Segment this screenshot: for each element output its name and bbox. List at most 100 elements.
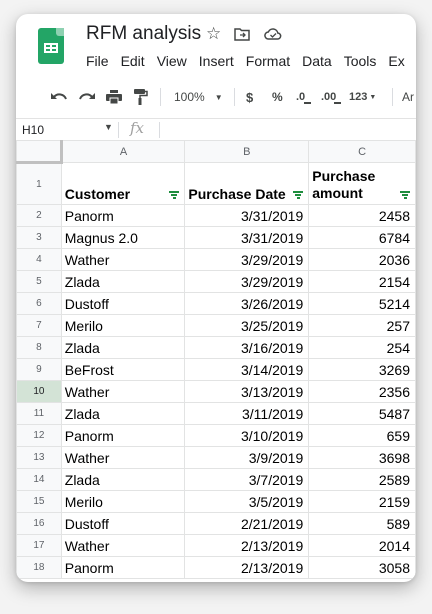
cell-purchase-date[interactable]: 3/25/2019 xyxy=(184,314,310,337)
cell-purchase-amount[interactable]: 6784 xyxy=(308,226,416,249)
document-title[interactable]: RFM analysis xyxy=(86,23,201,45)
row-header[interactable]: 3 xyxy=(16,226,62,249)
cell-purchase-amount[interactable]: 3269 xyxy=(308,358,416,381)
cell-purchase-date[interactable]: 3/11/2019 xyxy=(184,402,310,425)
print-icon[interactable] xyxy=(106,78,122,116)
row-header[interactable]: 6 xyxy=(16,292,62,315)
cell-purchase-date[interactable]: 3/16/2019 xyxy=(184,336,310,359)
cell-purchase-date[interactable]: 3/29/2019 xyxy=(184,248,310,271)
column-header-c[interactable]: C xyxy=(308,140,416,163)
cell-purchase-date[interactable]: 3/9/2019 xyxy=(184,446,310,469)
cell-customer[interactable]: Zlada xyxy=(60,270,186,293)
currency-format-button[interactable]: $ xyxy=(246,78,253,116)
row-header[interactable]: 8 xyxy=(16,336,62,359)
cell-customer[interactable]: Dustoff xyxy=(60,292,186,315)
cell-purchase-amount[interactable]: 2036 xyxy=(308,248,416,271)
paint-format-icon[interactable] xyxy=(134,78,148,116)
cell-purchase-amount[interactable]: 3058 xyxy=(308,556,416,579)
sheets-logo-icon[interactable] xyxy=(38,28,64,64)
cell-purchase-amount[interactable]: 257 xyxy=(308,314,416,337)
menu-extensions[interactable]: Ex xyxy=(382,51,410,71)
cell-purchase-amount[interactable]: 3698 xyxy=(308,446,416,469)
cell-customer[interactable]: Dustoff xyxy=(60,512,186,535)
row-header[interactable]: 9 xyxy=(16,358,62,381)
cell-customer[interactable]: Wather xyxy=(60,446,186,469)
row-header[interactable]: 4 xyxy=(16,248,62,271)
font-select[interactable]: Ar xyxy=(402,78,414,116)
cell-customer[interactable]: Panorm xyxy=(60,424,186,447)
undo-icon[interactable] xyxy=(50,78,68,116)
row-header[interactable]: 13 xyxy=(16,446,62,469)
number-format-select[interactable]: 123 ▼ xyxy=(349,78,376,116)
filter-icon[interactable] xyxy=(169,191,180,199)
name-box-caret-icon[interactable]: ▼ xyxy=(104,122,113,132)
cell-purchase-amount[interactable]: 2014 xyxy=(308,534,416,557)
cell-purchase-date[interactable]: 3/7/2019 xyxy=(184,468,310,491)
cell-customer[interactable]: Panorm xyxy=(60,556,186,579)
row-header[interactable]: 17 xyxy=(16,534,62,557)
cell-customer[interactable]: Zlada xyxy=(60,468,186,491)
cell-purchase-amount[interactable]: 2159 xyxy=(308,490,416,513)
cell-customer[interactable]: Zlada xyxy=(60,402,186,425)
cell-customer[interactable]: Wather xyxy=(60,380,186,403)
cell-customer[interactable]: Wather xyxy=(60,534,186,557)
cell-purchase-date[interactable]: 3/5/2019 xyxy=(184,490,310,513)
cell-purchase-amount[interactable]: 589 xyxy=(308,512,416,535)
cell-customer[interactable]: Zlada xyxy=(60,336,186,359)
header-cell-purchase-date[interactable]: Purchase Date xyxy=(184,162,310,205)
menu-insert[interactable]: Insert xyxy=(193,51,240,71)
cell-purchase-date[interactable]: 3/31/2019 xyxy=(184,226,310,249)
filter-icon[interactable] xyxy=(293,191,304,199)
row-header[interactable]: 18 xyxy=(16,556,62,579)
redo-icon[interactable] xyxy=(78,78,96,116)
move-folder-icon[interactable] xyxy=(234,26,250,46)
menu-format[interactable]: Format xyxy=(240,51,296,71)
cell-purchase-date[interactable]: 3/26/2019 xyxy=(184,292,310,315)
row-header[interactable]: 16 xyxy=(16,512,62,535)
menu-file[interactable]: File xyxy=(80,51,115,71)
row-header[interactable]: 5 xyxy=(16,270,62,293)
row-header[interactable]: 14 xyxy=(16,468,62,491)
menu-tools[interactable]: Tools xyxy=(338,51,383,71)
cell-purchase-amount[interactable]: 2154 xyxy=(308,270,416,293)
cell-purchase-date[interactable]: 3/29/2019 xyxy=(184,270,310,293)
percent-format-button[interactable]: % xyxy=(272,78,283,116)
cell-purchase-date[interactable]: 3/10/2019 xyxy=(184,424,310,447)
star-icon[interactable]: ☆ xyxy=(206,24,221,44)
row-header[interactable]: 10 xyxy=(16,380,62,403)
row-header[interactable]: 2 xyxy=(16,204,62,227)
column-header-a[interactable]: A xyxy=(60,140,186,163)
cell-purchase-amount[interactable]: 5487 xyxy=(308,402,416,425)
name-box[interactable]: H10 xyxy=(22,123,44,137)
row-header[interactable]: 15 xyxy=(16,490,62,513)
increase-decimal-button[interactable]: .00 xyxy=(321,78,336,116)
cell-purchase-amount[interactable]: 2356 xyxy=(308,380,416,403)
cell-customer[interactable]: Wather xyxy=(60,248,186,271)
cell-purchase-date[interactable]: 2/13/2019 xyxy=(184,534,310,557)
menu-view[interactable]: View xyxy=(151,51,193,71)
menu-data[interactable]: Data xyxy=(296,51,338,71)
zoom-select[interactable]: 100% ▼ xyxy=(174,78,223,116)
cell-purchase-date[interactable]: 3/31/2019 xyxy=(184,204,310,227)
row-header[interactable]: 11 xyxy=(16,402,62,425)
decrease-decimal-button[interactable]: .0 xyxy=(296,78,305,116)
header-cell-purchase-amount[interactable]: Purchase amount xyxy=(308,162,416,205)
cell-customer[interactable]: Merilo xyxy=(60,490,186,513)
filter-icon[interactable] xyxy=(400,191,410,199)
select-all-corner[interactable] xyxy=(16,140,63,164)
cell-customer[interactable]: Magnus 2.0 xyxy=(60,226,186,249)
cell-customer[interactable]: Panorm xyxy=(60,204,186,227)
cell-purchase-amount[interactable]: 254 xyxy=(308,336,416,359)
row-header[interactable]: 12 xyxy=(16,424,62,447)
row-header[interactable]: 7 xyxy=(16,314,62,337)
menu-edit[interactable]: Edit xyxy=(115,51,151,71)
cell-purchase-amount[interactable]: 5214 xyxy=(308,292,416,315)
cell-purchase-date[interactable]: 2/21/2019 xyxy=(184,512,310,535)
header-cell-customer[interactable]: Customer xyxy=(60,162,186,205)
cell-customer[interactable]: BeFrost xyxy=(60,358,186,381)
cell-customer[interactable]: Merilo xyxy=(60,314,186,337)
cell-purchase-date[interactable]: 3/13/2019 xyxy=(184,380,310,403)
cell-purchase-amount[interactable]: 2589 xyxy=(308,468,416,491)
cell-purchase-amount[interactable]: 659 xyxy=(308,424,416,447)
cloud-status-icon[interactable] xyxy=(264,26,282,46)
